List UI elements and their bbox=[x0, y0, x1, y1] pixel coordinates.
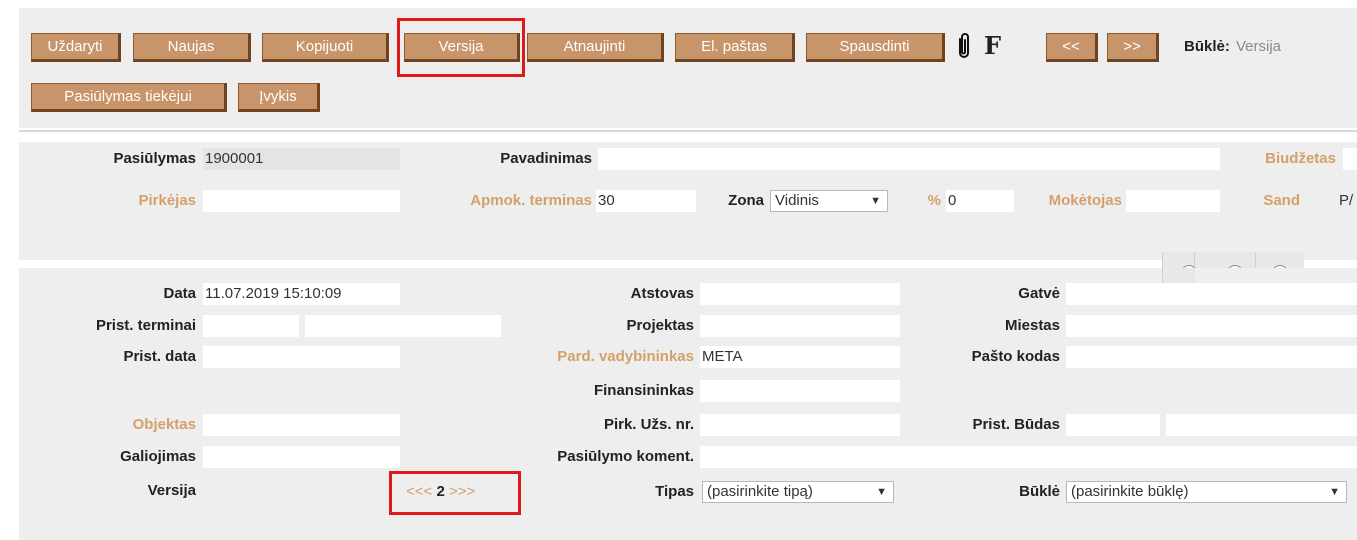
validity-field[interactable] bbox=[203, 446, 400, 468]
postcode-label: Pašto kodas bbox=[971, 348, 1060, 365]
chevron-down-icon: ▼ bbox=[1329, 486, 1340, 498]
payment-terms-field[interactable]: 30 bbox=[596, 190, 696, 212]
financier-field[interactable] bbox=[700, 380, 900, 402]
supplier-offer-button[interactable]: Pasiūlymas tiekėjui bbox=[31, 83, 227, 112]
percent-label[interactable]: % bbox=[895, 190, 941, 212]
new-button[interactable]: Naujas bbox=[133, 33, 251, 62]
date-label: Data bbox=[163, 285, 196, 302]
status-value: Versija bbox=[1236, 38, 1282, 55]
delivery-terms-field-1[interactable] bbox=[203, 315, 299, 337]
paperclip-icon[interactable] bbox=[955, 31, 973, 61]
status-label: Būklė: bbox=[1184, 38, 1230, 55]
date-field[interactable]: 11.07.2019 15:10:09 bbox=[203, 283, 400, 305]
sales-manager-label[interactable]: Pard. vadybininkas bbox=[480, 346, 694, 368]
agent-field[interactable] bbox=[700, 283, 900, 305]
delivery-terms-field-2[interactable] bbox=[305, 315, 501, 337]
state-select[interactable]: (pasirinkite būklę) ▼ bbox=[1066, 481, 1347, 503]
type-select-value: (pasirinkite tipą) bbox=[707, 483, 813, 500]
delivery-date-field[interactable] bbox=[203, 346, 400, 368]
type-select[interactable]: (pasirinkite tipą) ▼ bbox=[702, 481, 894, 503]
payer-label[interactable]: Mokėtojas bbox=[1016, 190, 1122, 212]
copy-button[interactable]: Kopijuoti bbox=[262, 33, 389, 62]
type-label: Tipas bbox=[655, 483, 694, 500]
payer-field[interactable] bbox=[1126, 190, 1220, 212]
percent-field[interactable]: 0 bbox=[946, 190, 1014, 212]
delivery-terms-label: Prist. terminai bbox=[95, 317, 196, 334]
print-button[interactable]: Spausdinti bbox=[806, 33, 945, 62]
validity-label: Galiojimas bbox=[120, 448, 196, 465]
prev-record-button[interactable]: << bbox=[1046, 33, 1098, 62]
project-field[interactable] bbox=[700, 315, 900, 337]
event-button[interactable]: Įvykis bbox=[238, 83, 320, 112]
street-field[interactable] bbox=[1066, 283, 1357, 305]
warehouse-label[interactable]: Sand bbox=[1226, 190, 1300, 212]
offer-number-field: 1900001 bbox=[203, 148, 400, 170]
agent-label: Atstovas bbox=[630, 285, 694, 302]
warehouse-value: P/ bbox=[1339, 192, 1354, 209]
buyer-field[interactable] bbox=[203, 190, 400, 212]
zone-select[interactable]: Vidinis ▼ bbox=[770, 190, 888, 212]
city-field[interactable] bbox=[1066, 315, 1357, 337]
offer-comment-field[interactable] bbox=[700, 446, 1357, 468]
zone-select-value: Vidinis bbox=[775, 192, 819, 209]
name-field[interactable] bbox=[598, 148, 1220, 170]
offer-comment-label: Pasiūlymo koment. bbox=[557, 448, 694, 465]
project-label: Projektas bbox=[626, 317, 694, 334]
city-label: Miestas bbox=[1004, 317, 1060, 334]
email-button[interactable]: El. paštas bbox=[675, 33, 795, 62]
next-record-button[interactable]: >> bbox=[1107, 33, 1159, 62]
budget-field[interactable] bbox=[1343, 148, 1357, 170]
street-label: Gatvė bbox=[1018, 285, 1060, 302]
payment-terms-label[interactable]: Apmok. terminas bbox=[405, 190, 592, 212]
delivery-method-field-1[interactable] bbox=[1066, 414, 1160, 436]
version-label: Versija bbox=[147, 482, 196, 499]
buyer-label[interactable]: Pirkėjas bbox=[50, 190, 196, 212]
zone-label: Zona bbox=[728, 192, 764, 209]
refresh-button[interactable]: Atnaujinti bbox=[527, 33, 664, 62]
delivery-method-field-2[interactable] bbox=[1166, 414, 1357, 436]
purchase-order-label: Pirk. Užs. nr. bbox=[603, 416, 694, 433]
offer-label: Pasiūlymas bbox=[113, 150, 196, 167]
financier-label: Finansininkas bbox=[593, 382, 694, 399]
postcode-field[interactable] bbox=[1066, 346, 1357, 368]
chevron-down-icon: ▼ bbox=[870, 195, 881, 207]
purchase-order-field[interactable] bbox=[700, 414, 900, 436]
close-button[interactable]: Uždaryti bbox=[31, 33, 121, 62]
name-label: Pavadinimas bbox=[500, 150, 592, 167]
chevron-down-icon: ▼ bbox=[876, 486, 887, 498]
state-label: Būklė bbox=[1019, 483, 1060, 500]
delivery-date-label: Prist. data bbox=[123, 348, 196, 365]
version-button-highlight bbox=[397, 18, 525, 77]
state-select-value: (pasirinkite būklę) bbox=[1071, 483, 1189, 500]
sales-manager-field[interactable]: META bbox=[700, 346, 900, 368]
budget-label[interactable]: Biudžetas bbox=[1226, 148, 1336, 170]
object-field[interactable] bbox=[203, 414, 400, 436]
f-button[interactable]: F bbox=[984, 32, 1001, 60]
delivery-method-label: Prist. Būdas bbox=[972, 416, 1060, 433]
version-nav-highlight bbox=[389, 471, 521, 515]
toolbar-divider bbox=[19, 130, 1357, 132]
object-label[interactable]: Objektas bbox=[20, 414, 196, 436]
